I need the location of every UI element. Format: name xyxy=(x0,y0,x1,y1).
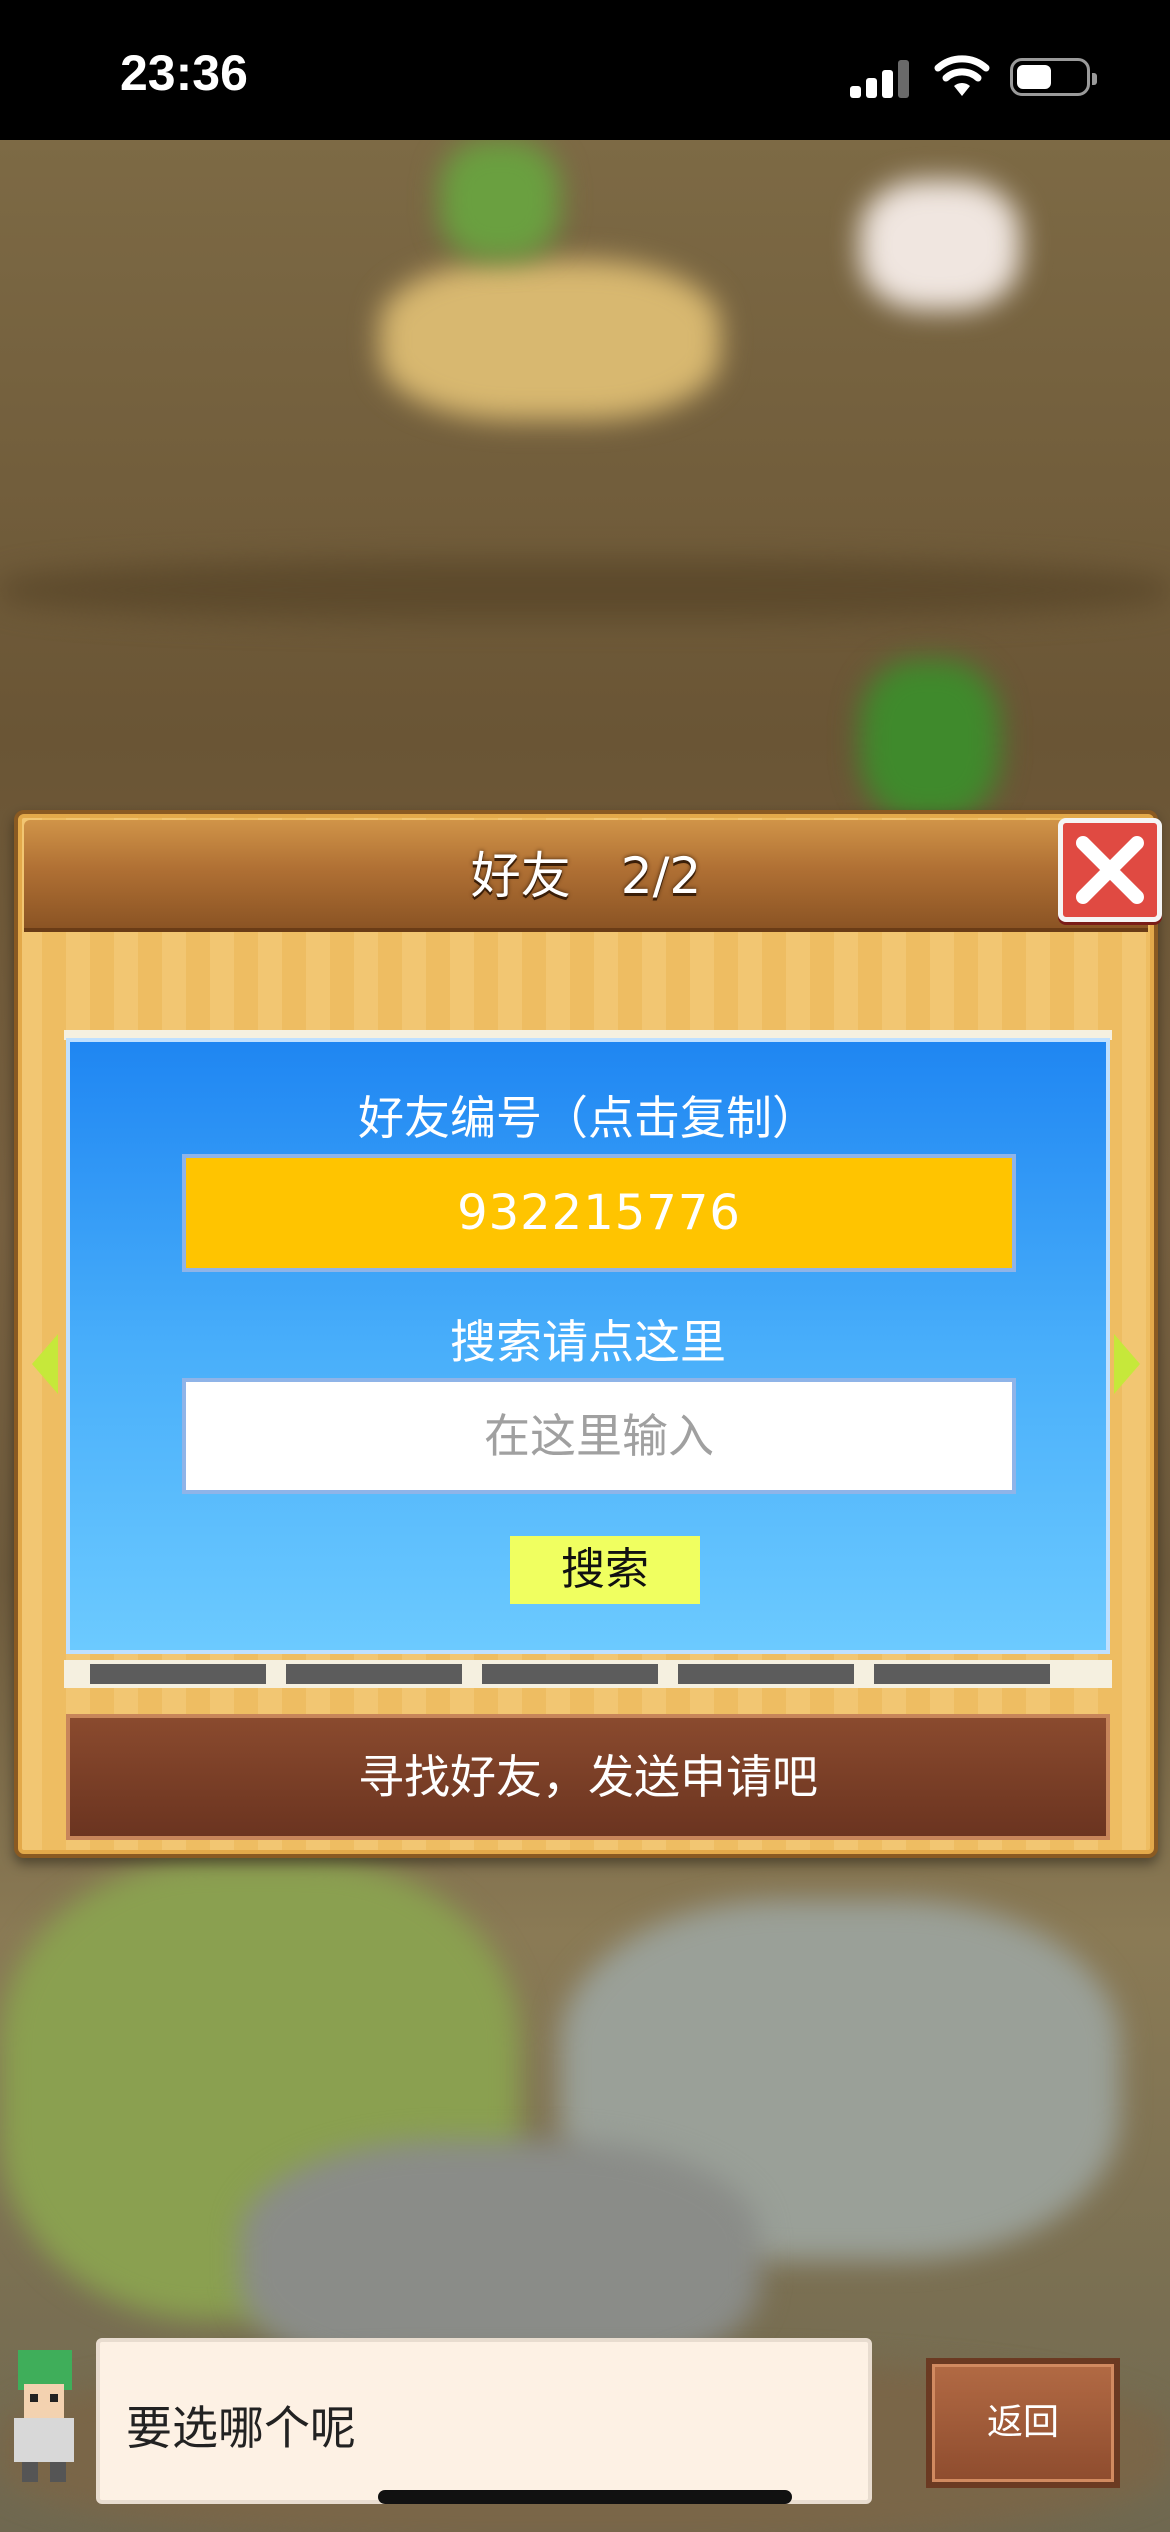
friend-dialog: 好友 2/2 好友编号（点击复制） 932215776 搜索请点这里 搜索 寻找… xyxy=(14,810,1162,1858)
friend-id-value[interactable]: 932215776 xyxy=(182,1154,1016,1272)
signal-icon xyxy=(850,58,912,98)
back-button[interactable]: 返回 xyxy=(926,2358,1120,2488)
arrow-right-icon[interactable] xyxy=(1114,1334,1140,1394)
character-avatar xyxy=(14,2350,74,2482)
status-bar: 23:36 xyxy=(0,0,1170,140)
message-box: 要选哪个呢 xyxy=(96,2338,872,2504)
panel-bottom-strip xyxy=(64,1660,1112,1688)
status-time: 23:36 xyxy=(120,45,248,101)
close-button[interactable] xyxy=(1058,818,1162,922)
arrow-left-icon[interactable] xyxy=(32,1334,58,1394)
wifi-icon xyxy=(934,55,990,96)
dialog-header: 好友 2/2 xyxy=(24,820,1148,932)
dialog-title: 好友 2/2 xyxy=(470,847,702,905)
search-input[interactable] xyxy=(182,1378,1016,1494)
close-icon xyxy=(1076,836,1144,904)
search-button[interactable]: 搜索 xyxy=(510,1536,700,1604)
friend-id-label: 好友编号（点击复制） xyxy=(358,1091,818,1145)
message-text: 要选哪个呢 xyxy=(126,2401,356,2455)
friend-id-panel: 好友编号（点击复制） 932215776 搜索请点这里 搜索 xyxy=(66,1038,1110,1654)
battery-icon xyxy=(1010,58,1097,96)
home-indicator xyxy=(378,2490,792,2504)
find-friends-button[interactable]: 寻找好友，发送申请吧 xyxy=(66,1714,1110,1840)
search-label: 搜索请点这里 xyxy=(450,1315,726,1369)
